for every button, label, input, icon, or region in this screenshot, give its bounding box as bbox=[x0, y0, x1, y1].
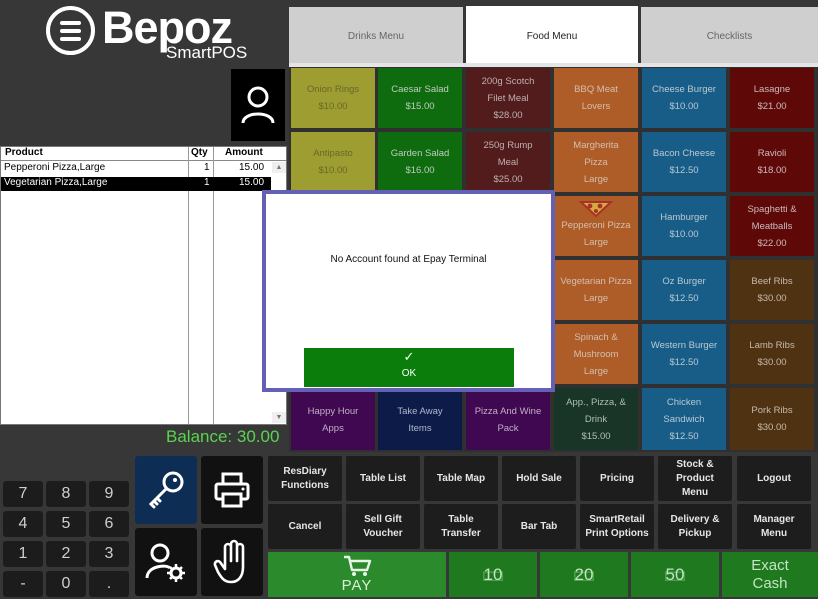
bar-tab-button[interactable]: Bar Tab bbox=[502, 504, 576, 549]
check-icon: ✓ bbox=[403, 349, 415, 364]
table-list-button[interactable]: Table List bbox=[346, 456, 420, 501]
key-1[interactable]: 1 bbox=[3, 541, 43, 567]
ok-button[interactable]: ✓ OK bbox=[304, 348, 514, 387]
manager-menu-button[interactable]: Manager Menu bbox=[737, 504, 811, 549]
key-dot[interactable]: . bbox=[89, 571, 129, 597]
cash-label: Cash bbox=[752, 574, 788, 592]
cash-50-button[interactable]: ▭ 50 bbox=[631, 552, 719, 597]
column-qty: Qty bbox=[191, 147, 208, 158]
order-row[interactable]: Pepperoni Pizza,Large 1 15.00 bbox=[1, 162, 271, 176]
column-amount: Amount bbox=[225, 147, 263, 158]
printer-icon bbox=[214, 472, 250, 508]
hold-sale-button[interactable]: Hold Sale bbox=[502, 456, 576, 501]
key-7[interactable]: 7 bbox=[3, 481, 43, 507]
key-login-button[interactable] bbox=[135, 456, 197, 524]
scroll-down-icon[interactable]: ▼ bbox=[272, 412, 286, 423]
key-4[interactable]: 4 bbox=[3, 511, 43, 537]
table-map-button[interactable]: Table Map bbox=[424, 456, 498, 501]
smartretail-print-options-button[interactable]: SmartRetail Print Options bbox=[580, 504, 654, 549]
exact-label: Exact bbox=[751, 556, 789, 574]
order-table-header: Product Qty Amount bbox=[1, 147, 286, 161]
order-table[interactable]: Product Qty Amount Pepperoni Pizza,Large… bbox=[0, 146, 287, 425]
user-gear-icon bbox=[145, 543, 185, 582]
key-3[interactable]: 3 bbox=[89, 541, 129, 567]
key-8[interactable]: 8 bbox=[46, 481, 86, 507]
user-button[interactable] bbox=[231, 69, 285, 141]
cash-20-button[interactable]: ▭ 20 bbox=[540, 552, 628, 597]
key-icon bbox=[148, 471, 184, 509]
order-row-amount: 15.00 bbox=[239, 177, 265, 188]
print-button[interactable] bbox=[201, 456, 263, 524]
user-settings-button[interactable] bbox=[135, 528, 197, 596]
cancel-button[interactable]: Cancel bbox=[268, 504, 342, 549]
table-transfer-button[interactable]: Table Transfer bbox=[424, 504, 498, 549]
message-dialog: No Account found at Epay Terminal ✓ OK bbox=[262, 190, 555, 392]
key-2[interactable]: 2 bbox=[46, 541, 86, 567]
key-6[interactable]: 6 bbox=[89, 511, 129, 537]
resdiary-functions-button[interactable]: ResDiary Functions bbox=[268, 456, 342, 501]
key-5[interactable]: 5 bbox=[46, 511, 86, 537]
ok-label: OK bbox=[401, 368, 417, 379]
order-row-product: Vegetarian Pizza,Large bbox=[4, 177, 108, 188]
order-row-qty: 1 bbox=[204, 162, 210, 173]
tab-food-menu[interactable]: Food Menu bbox=[466, 6, 638, 66]
cash-50-label: 50 bbox=[665, 564, 685, 584]
cart-icon bbox=[344, 555, 372, 576]
delivery-pickup-button[interactable]: Delivery & Pickup bbox=[658, 504, 732, 549]
pricing-button[interactable]: Pricing bbox=[580, 456, 654, 501]
user-icon bbox=[241, 86, 275, 124]
pay-button[interactable]: PAY bbox=[268, 552, 446, 597]
dialog-message: No Account found at Epay Terminal bbox=[330, 254, 487, 265]
logout-button[interactable]: Logout bbox=[737, 456, 811, 501]
exact-cash-button[interactable]: Exact Cash bbox=[722, 552, 818, 597]
order-row-qty: 1 bbox=[204, 177, 210, 188]
hand-icon bbox=[213, 539, 245, 584]
sell-gift-voucher-button[interactable]: Sell Gift Voucher bbox=[346, 504, 420, 549]
key-0[interactable]: 0 bbox=[46, 571, 86, 597]
order-row-product: Pepperoni Pizza,Large bbox=[4, 162, 106, 173]
tab-checklists[interactable]: Checklists bbox=[641, 7, 818, 65]
stop-button[interactable] bbox=[201, 528, 263, 596]
balance-label: Balance: 30.00 bbox=[166, 427, 280, 446]
cash-10-label: 10 bbox=[483, 564, 503, 584]
brand-subtitle: SmartPOS bbox=[166, 43, 248, 62]
tab-drinks-menu[interactable]: Drinks Menu bbox=[289, 7, 463, 65]
key-minus[interactable]: - bbox=[3, 571, 43, 597]
logo-menu-icon bbox=[46, 6, 95, 55]
cash-10-button[interactable]: ▭ 10 bbox=[449, 552, 537, 597]
pay-label: PAY bbox=[341, 577, 373, 594]
stock-product-menu-button[interactable]: Stock & Product Menu bbox=[658, 456, 732, 501]
key-9[interactable]: 9 bbox=[89, 481, 129, 507]
scroll-up-icon[interactable]: ▲ bbox=[272, 162, 286, 173]
cash-20-label: 20 bbox=[574, 564, 594, 584]
order-row-amount: 15.00 bbox=[239, 162, 265, 173]
order-row-selected[interactable]: Vegetarian Pizza,Large 1 15.00 bbox=[1, 177, 271, 191]
column-product: Product bbox=[5, 147, 43, 158]
